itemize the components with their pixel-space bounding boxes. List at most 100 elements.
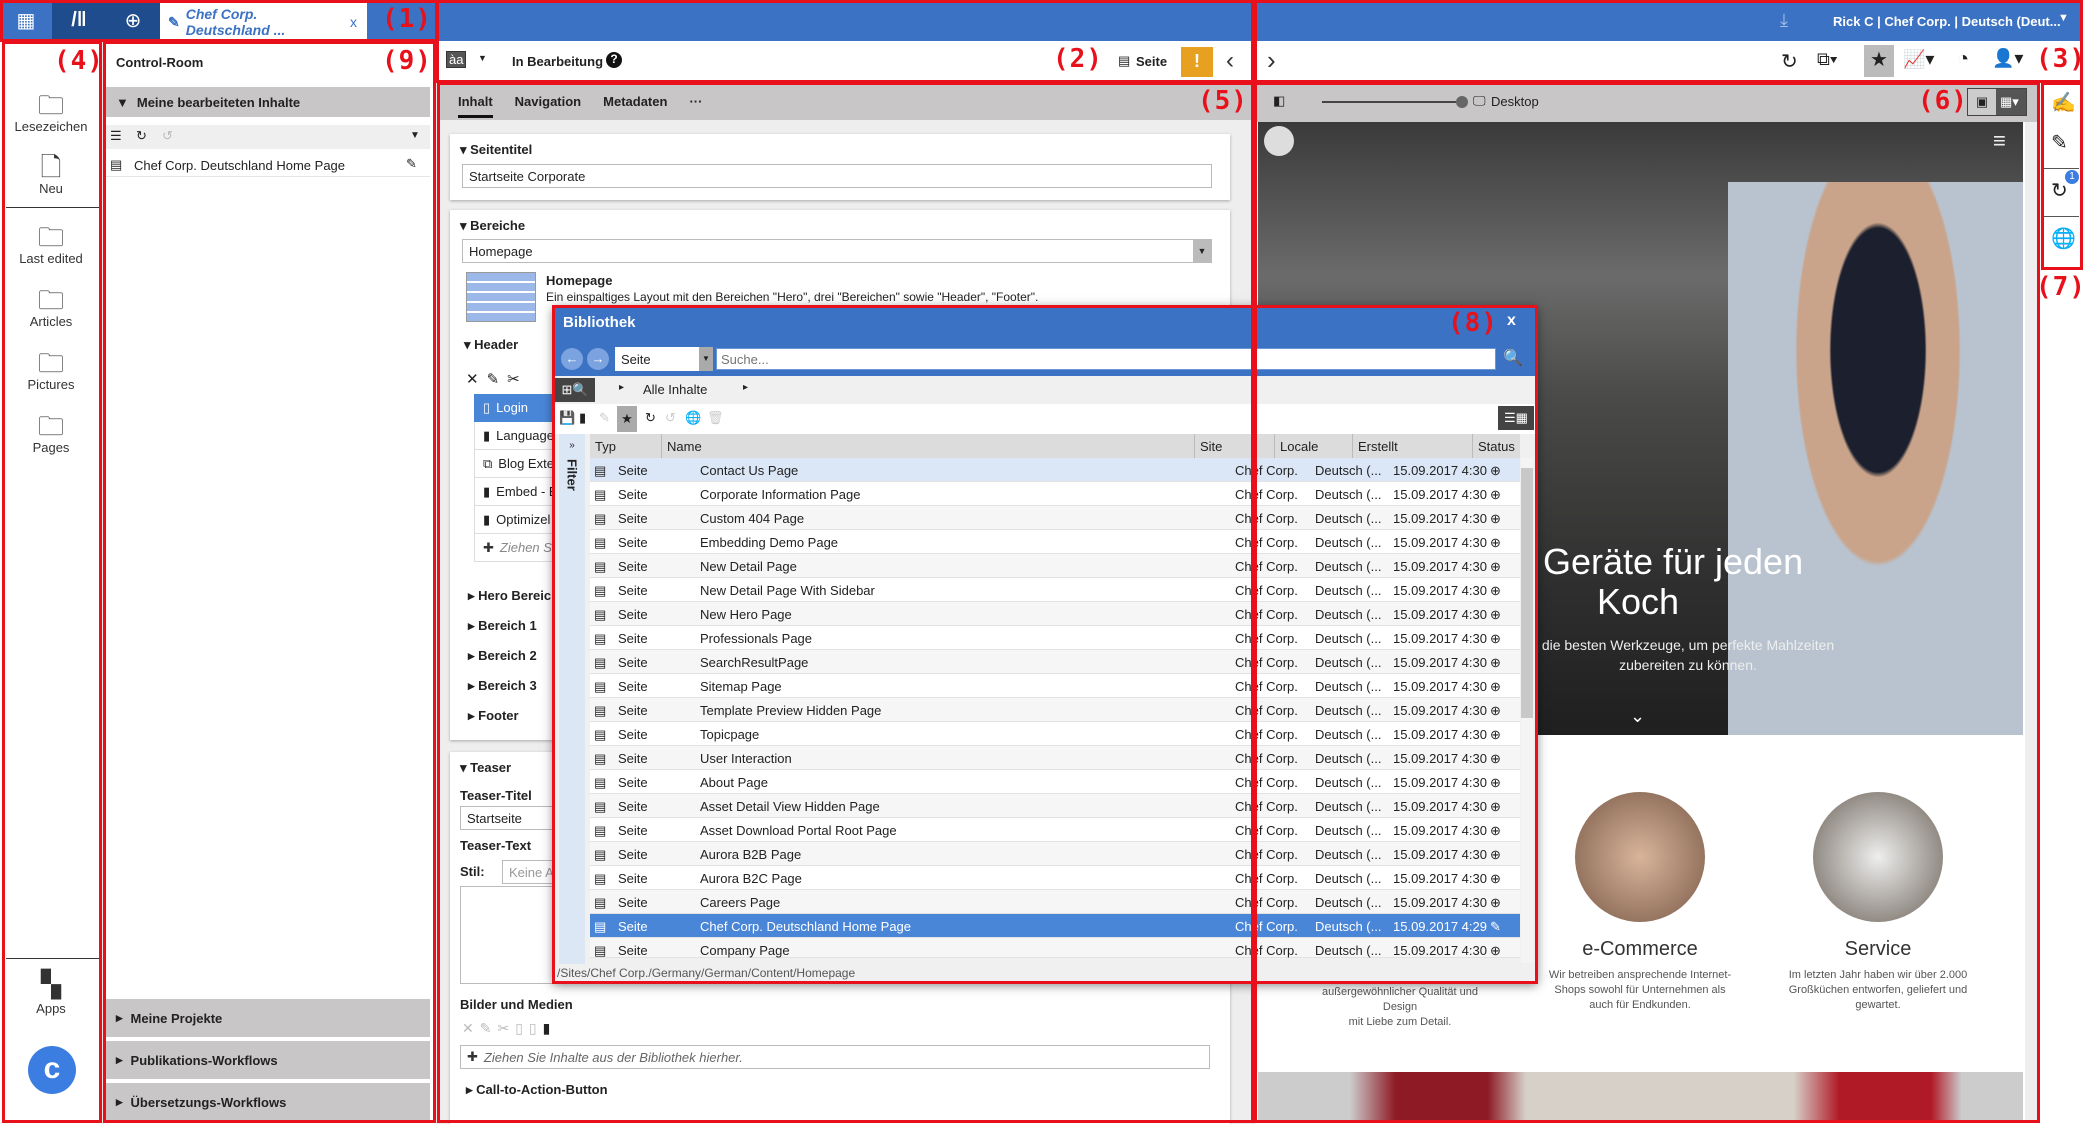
section-hero[interactable]: ▸ Hero Bereich [468, 588, 559, 604]
section-publication-workflows[interactable]: ▸ Publikations-Workflows [104, 1041, 430, 1079]
table-row[interactable]: ▤ Seite Asset Download Portal Root Page Che… [590, 818, 1520, 842]
delete-icon[interactable]: 🗑 [707, 410, 724, 426]
table-row[interactable]: ▤ Seite Contact Us Page Chef Corp. Deutsch (… [590, 458, 1520, 482]
table-row[interactable]: ▤ Seite Chef Corp. Deutschland Home Page Ch… [590, 914, 1520, 938]
tree-search-toggle[interactable]: ⊞🔍 [555, 378, 595, 402]
column-site[interactable]: Site [1195, 434, 1275, 458]
dropdown-caret-icon[interactable]: ▼ [410, 130, 420, 141]
section-bereich-1[interactable]: ▸ Bereich 1 [468, 618, 537, 634]
scroll-down-icon[interactable]: ⌄ [1630, 706, 1645, 727]
table-row[interactable]: ▤ Seite Asset Detail View Hidden Page Chef … [590, 794, 1520, 818]
section-cta[interactable]: ▸ Call-to-Action-Button [466, 1082, 608, 1098]
revert-icon[interactable]: ↺ [665, 410, 676, 426]
download-icon[interactable]: ⤓ [1780, 10, 1788, 31]
analytics-chart-icon[interactable]: 📈▾ [1903, 49, 1934, 70]
tab-navigation[interactable]: Navigation [515, 94, 581, 109]
header-section[interactable]: ▾ Header [464, 337, 518, 353]
language-icon[interactable]: àa [446, 51, 467, 68]
table-row[interactable]: ▤ Seite Topicpage Chef Corp. Deutsch (... 15.… [590, 722, 1520, 746]
device-label[interactable]: Desktop [1491, 94, 1539, 109]
sidebar-item-apps[interactable]: ▚ Apps [0, 969, 102, 1016]
breadcrumb[interactable]: Alle Inhalte [643, 382, 707, 397]
section-bereich-2[interactable]: ▸ Bereich 2 [468, 648, 537, 664]
chevron-right-icon[interactable]: › [1267, 45, 1276, 76]
edit-icon[interactable]: ✎ [599, 410, 610, 426]
column-typ[interactable]: Typ [590, 434, 662, 458]
section-my-edited[interactable]: ▼ Meine bearbeiteten Inhalte [104, 87, 430, 117]
table-row[interactable]: ▤ Seite About Page Chef Corp. Deutsch (... 15… [590, 770, 1520, 794]
list-grid-view-toggle[interactable]: ☰▦ [1498, 406, 1534, 430]
table-row[interactable]: ▤ Seite New Hero Page Chef Corp. Deutsch (..… [590, 602, 1520, 626]
slider-handle[interactable] [1456, 96, 1468, 108]
table-row[interactable]: ▤ Seite User Interaction Chef Corp. Deutsch … [590, 746, 1520, 770]
copy-icon[interactable]: ▮ [579, 410, 586, 426]
table-row[interactable]: ▤ Seite Template Preview Hidden Page Chef C… [590, 698, 1520, 722]
tab-metadaten[interactable]: Metadaten [603, 94, 667, 109]
sidebar-item-pictures[interactable]: 🗀 Pictures [0, 345, 102, 392]
table-row[interactable]: ▤ Seite Aurora B2C Page Chef Corp. Deutsch (… [590, 866, 1520, 890]
sidebar-item-lesezeichen[interactable]: 🗀 Lesezeichen [0, 87, 102, 134]
table-row[interactable]: ▤ Seite Professionals Page Chef Corp. Deutsc… [590, 626, 1520, 650]
table-row[interactable]: ▤ Seite Company Page Chef Corp. Deutsch (...… [590, 938, 1520, 958]
bookmark-star-icon[interactable]: ★ [1864, 45, 1894, 77]
back-icon[interactable]: ← [561, 348, 583, 370]
section-bereich-3[interactable]: ▸ Bereich 3 [468, 678, 537, 694]
bereiche-label[interactable]: ▾ Bereiche [460, 218, 525, 234]
search-input[interactable] [716, 348, 1496, 370]
column-locale[interactable]: Locale [1275, 434, 1353, 458]
table-row[interactable]: ▤ Seite New Detail Page Chef Corp. Deutsch (… [590, 554, 1520, 578]
table-row[interactable]: ▤ Seite New Detail Page With Sidebar Chef C… [590, 578, 1520, 602]
user-info[interactable]: Rick C | Chef Corp. | Deutsch (Deut... [1833, 14, 2061, 29]
header-toolbar[interactable]: ✕✎✂ [466, 370, 528, 388]
issues-button[interactable]: ! [1181, 47, 1213, 77]
table-row[interactable]: ▤ Seite Aurora B2B Page Chef Corp. Deutsch (… [590, 842, 1520, 866]
toggle-panel-icon[interactable]: ◧ [1273, 93, 1285, 109]
bookmark-star-icon[interactable]: ★ [617, 406, 637, 432]
bereiche-select[interactable]: Homepage ▼ [462, 239, 1212, 263]
section-projects[interactable]: ▸ Meine Projekte [104, 999, 430, 1037]
table-row[interactable]: ▤ Seite Corporate Information Page Chef Cor… [590, 482, 1520, 506]
view-label[interactable]: Seite [1136, 54, 1167, 69]
document-tab[interactable]: ✎ Chef Corp. Deutschland ... x [160, 3, 367, 41]
section-translation-workflows[interactable]: ▸ Übersetzungs-Workflows [104, 1083, 430, 1121]
tab-inhalt[interactable]: Inhalt [458, 84, 493, 118]
section-footer[interactable]: ▸ Footer [468, 708, 519, 724]
search-icon[interactable]: 🔍 [1503, 348, 1523, 368]
withdraw-edit-icon[interactable]: ✎ [2051, 130, 2068, 155]
tab-more[interactable]: ··· [689, 94, 702, 109]
preview-mode-buttons[interactable]: ▣ ▦▾ [1967, 88, 2027, 116]
withdraw-globe-icon[interactable]: 🌐 [685, 410, 701, 426]
list-item[interactable]: ▤ Chef Corp. Deutschland Home Page ✎ [104, 153, 430, 177]
library-icon[interactable]: /‖ [52, 0, 106, 41]
language-caret-icon[interactable]: ▼ [478, 53, 487, 63]
reload-icon[interactable]: ↻ [1781, 49, 1798, 74]
save-icon[interactable]: 💾 [559, 410, 575, 426]
column-erstellt[interactable]: Erstellt [1353, 434, 1473, 458]
seitentitel-label[interactable]: ▾ Seitentitel [460, 142, 532, 158]
media-toolbar[interactable]: ✕✎✂▯▯▮ [462, 1020, 556, 1037]
chevron-left-icon[interactable]: ‹ [1226, 47, 1234, 75]
close-button[interactable]: x [1507, 312, 1516, 330]
sidebar-item-articles[interactable]: 🗀 Articles [0, 282, 102, 329]
table-row[interactable]: ▤ Seite Embedding Demo Page Chef Corp. Deuts… [590, 530, 1520, 554]
open-external-icon[interactable]: ⧉▾ [1817, 49, 1837, 70]
zoom-slider[interactable] [1322, 101, 1462, 103]
persona-user-icon[interactable]: 👤▾ [1992, 48, 2023, 69]
sidebar-item-last-edited[interactable]: 🗀 Last edited [0, 219, 102, 266]
filter-panel-toggle[interactable]: » Filter [559, 434, 585, 964]
table-row[interactable]: ▤ Seite SearchResultPage Chef Corp. Deutsch … [590, 650, 1520, 674]
tab-close-button[interactable]: x [350, 14, 357, 30]
add-list-icon[interactable]: ☰ [110, 128, 122, 144]
table-row[interactable]: ▤ Seite Custom 404 Page Chef Corp. Deutsch (… [590, 506, 1520, 530]
revert-icon[interactable]: ↺ [162, 128, 173, 144]
breadcrumb-caret-icon[interactable]: ▸ [619, 382, 624, 393]
sidebar-item-pages[interactable]: 🗀 Pages [0, 408, 102, 455]
breadcrumb-caret-icon[interactable]: ▸ [743, 382, 748, 393]
hamburger-menu-icon[interactable]: ≡ [1993, 128, 2006, 154]
checkin-icon[interactable]: ↻ [136, 128, 147, 144]
help-icon[interactable]: ? [606, 52, 622, 68]
type-select[interactable]: Seite ▼ [615, 347, 713, 371]
user-menu-caret-icon[interactable]: ▼ [2058, 12, 2069, 24]
apps-grid-icon[interactable]: ▦ [0, 0, 52, 41]
withdraw-globe-icon[interactable]: 🌐 [2051, 226, 2076, 251]
